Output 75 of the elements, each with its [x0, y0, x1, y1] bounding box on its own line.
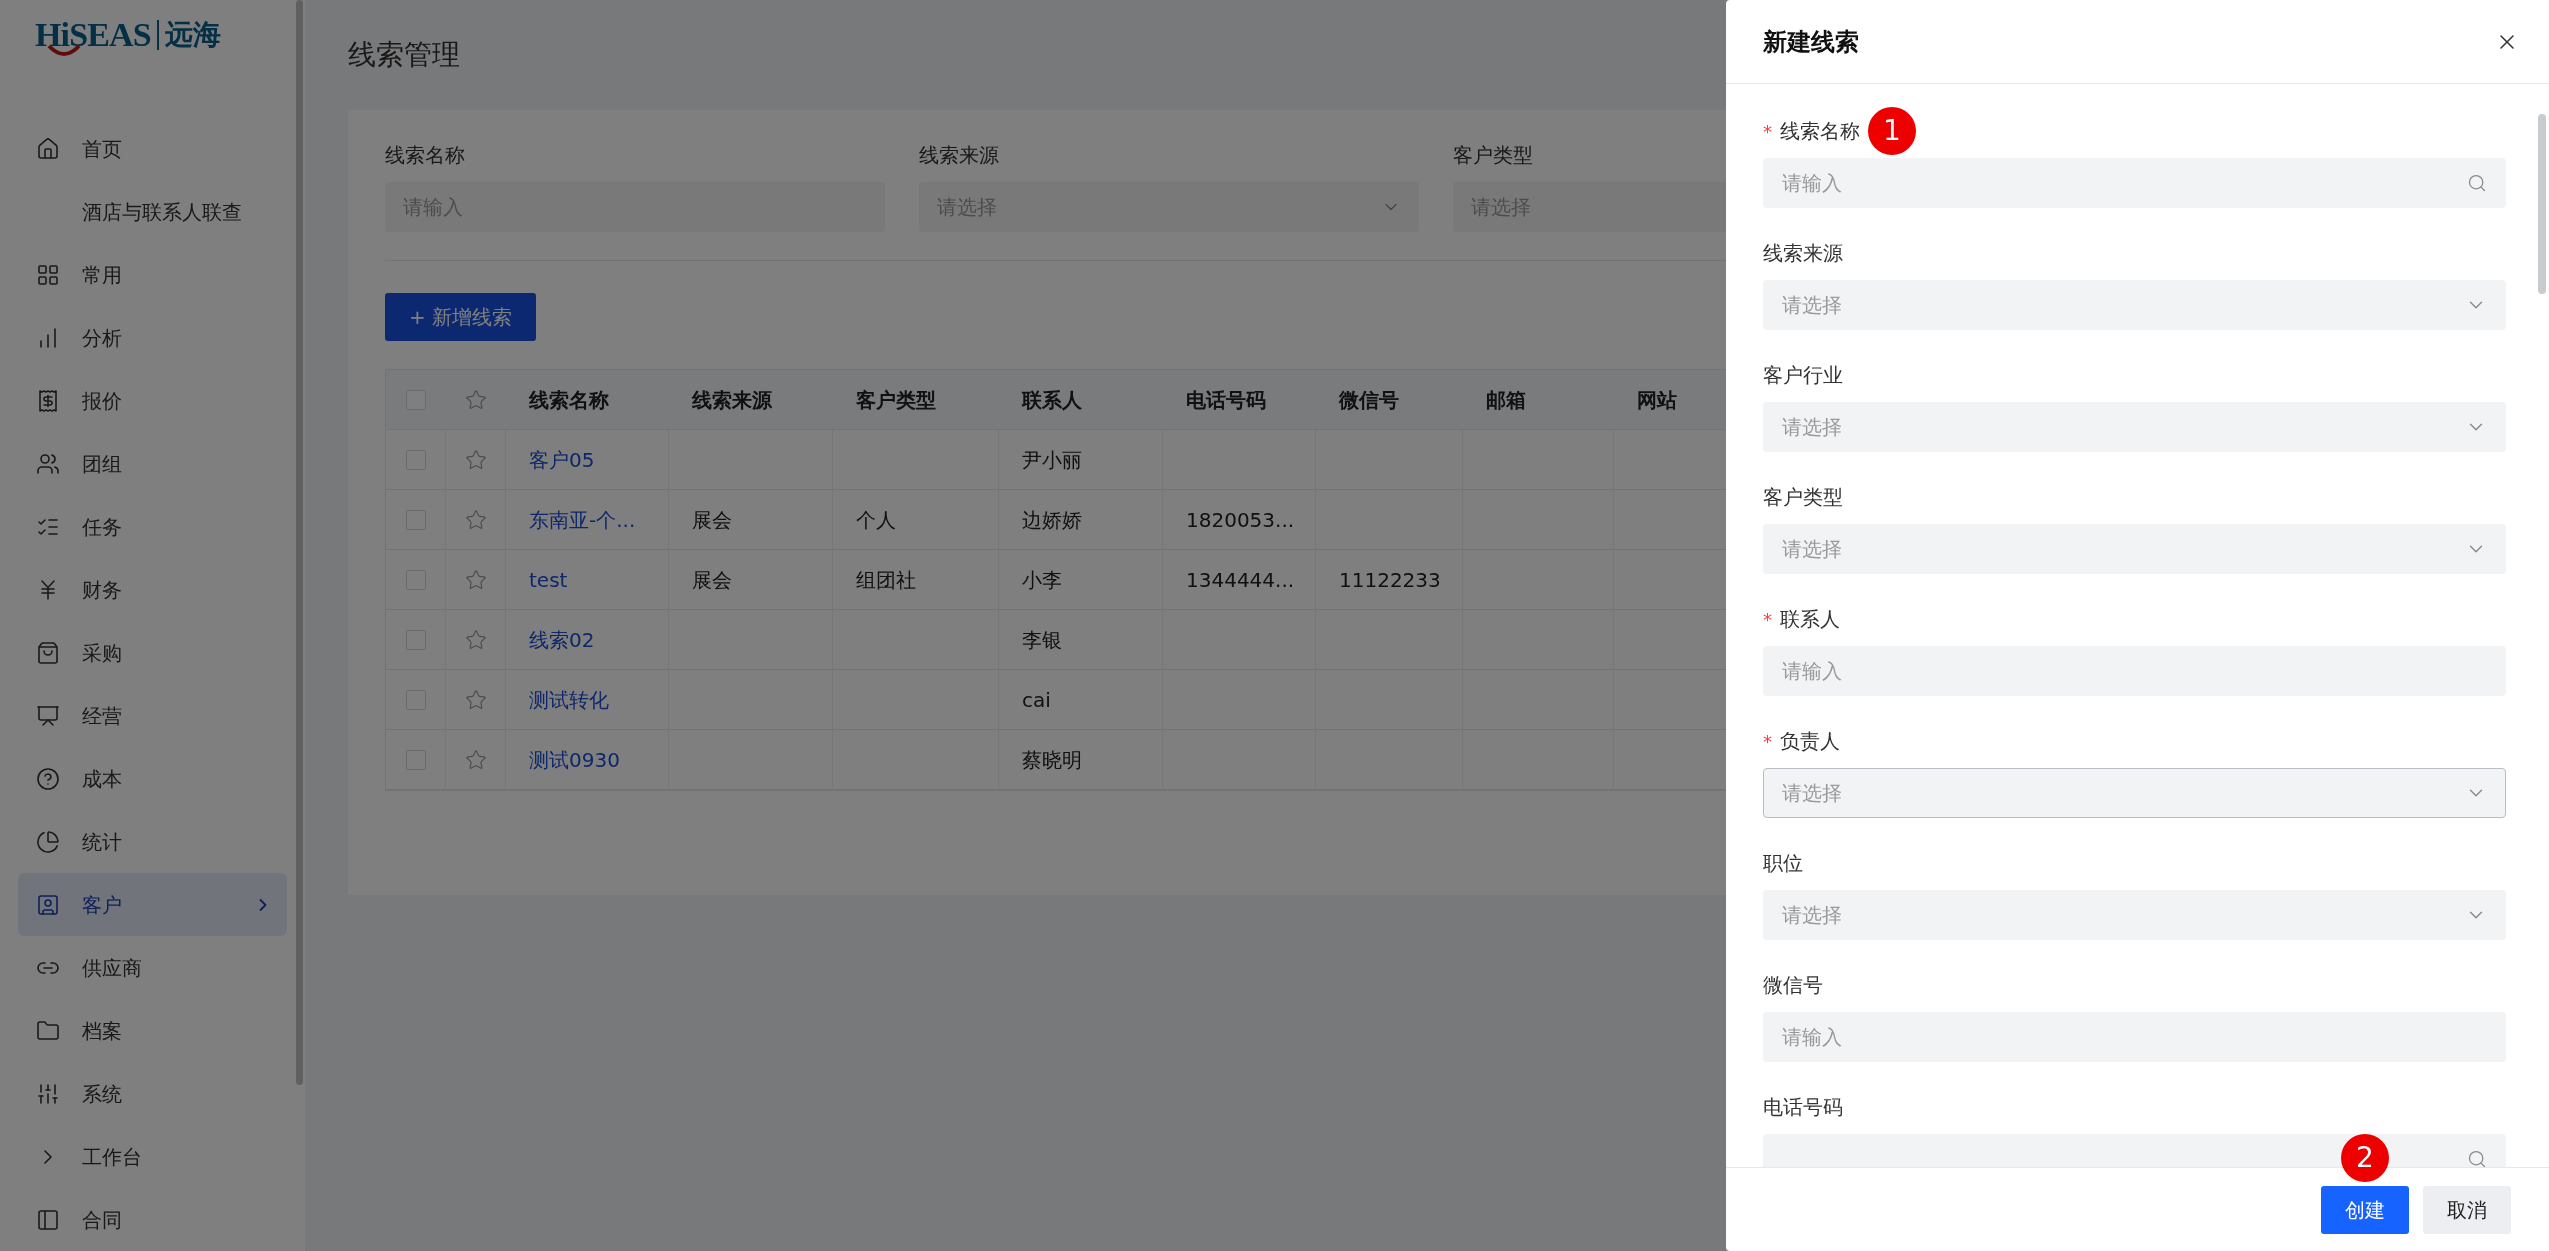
table-cell-text: 组团社: [856, 566, 916, 594]
lead-name-link[interactable]: 东南亚-个...: [529, 504, 636, 535]
table-cell-text: 边娇娇: [1022, 506, 1082, 534]
filter-label: 线索来源: [919, 142, 1000, 169]
table-cell-text: 1344444...: [1186, 566, 1295, 594]
nav-item[interactable]: 经营: [18, 684, 287, 747]
table-cell-text: 蔡晓明: [1022, 746, 1082, 774]
select-field[interactable]: 请选择: [1763, 524, 2506, 574]
create-button[interactable]: 创建: [2321, 1185, 2409, 1234]
select-field[interactable]: 请选择: [1763, 402, 2506, 452]
nav-item[interactable]: 团组: [18, 432, 287, 495]
required-mark: *: [1763, 607, 1772, 632]
nav-item[interactable]: 系统: [18, 1062, 287, 1125]
nav-item[interactable]: 任务: [18, 495, 287, 558]
nav-item[interactable]: 成本: [18, 747, 287, 810]
column-header: 线索来源: [692, 387, 772, 412]
table-cell-text: 个人: [856, 506, 896, 534]
lead-name-link[interactable]: 测试0930: [529, 744, 620, 775]
page-title: 线索管理: [348, 37, 460, 73]
nav-item[interactable]: 统计: [18, 810, 287, 873]
field-label: 微信号: [1763, 972, 1823, 999]
nav-item[interactable]: 分析: [18, 306, 287, 369]
table-cell-text: cai: [1022, 686, 1051, 714]
input-field[interactable]: 请输入: [1763, 158, 2506, 208]
column-header: 线索名称: [529, 387, 609, 412]
nav-item[interactable]: 合同: [18, 1188, 287, 1251]
table-cell-text: 小李: [1022, 566, 1062, 594]
select-field[interactable]: 请选择: [1763, 768, 2506, 818]
table-cell-text: 11122233: [1339, 566, 1441, 594]
input-field[interactable]: 请输入: [1763, 646, 2506, 696]
table-cell-text: 展会: [692, 566, 732, 594]
table-cell-text: 展会: [692, 506, 732, 534]
nav-item[interactable]: 采购: [18, 621, 287, 684]
field-label: 负责人: [1780, 728, 1840, 755]
field-label: 客户行业: [1763, 362, 1843, 389]
annotation-badge: 1: [1868, 107, 1916, 155]
nav-item[interactable]: 档案: [18, 999, 287, 1062]
field-label: 职位: [1763, 850, 1803, 877]
table-cell-text: 李银: [1022, 626, 1062, 654]
drawer-title: 新建线索: [1763, 26, 1860, 58]
cancel-button[interactable]: 取消: [2423, 1185, 2511, 1234]
select-field[interactable]: 请选择: [1763, 280, 2506, 330]
filter-label: 客户类型: [1453, 142, 1534, 169]
select-field[interactable]: 请选择: [1763, 890, 2506, 940]
column-header: 联系人: [1022, 387, 1082, 412]
field-label: 线索名称: [1780, 118, 1860, 145]
lead-name-link[interactable]: 客户05: [529, 444, 595, 475]
input-field[interactable]: 请输入: [1763, 1012, 2506, 1062]
field-label: 电话号码: [1763, 1094, 1843, 1121]
annotation-badge: 2: [2341, 1133, 2389, 1182]
column-header: 网站: [1637, 387, 1677, 412]
lead-name-link[interactable]: test: [529, 564, 568, 595]
column-header: 客户类型: [856, 387, 936, 412]
table-cell-text: 尹小丽: [1022, 446, 1082, 474]
nav-item[interactable]: 酒店与联系人联查: [18, 180, 287, 243]
column-header: 微信号: [1339, 387, 1399, 412]
nav-item[interactable]: 财务: [18, 558, 287, 621]
field-label: 联系人: [1780, 606, 1840, 633]
lead-name-link[interactable]: 线索02: [529, 624, 595, 655]
lead-name-link[interactable]: 测试转化: [529, 684, 609, 715]
required-mark: *: [1763, 729, 1772, 754]
column-header: 邮箱: [1486, 387, 1526, 412]
field-label: 线索来源: [1763, 240, 1843, 267]
nav-item[interactable]: 客户: [18, 873, 287, 936]
nav-item[interactable]: 供应商: [18, 936, 287, 999]
field-label: 客户类型: [1763, 484, 1843, 511]
nav-item[interactable]: 工作台: [18, 1125, 287, 1188]
nav-item[interactable]: 首页: [18, 117, 287, 180]
add-lead-button[interactable]: + 新增线索: [385, 293, 537, 341]
required-mark: *: [1763, 119, 1772, 144]
filter-label: 线索名称: [385, 142, 466, 169]
nav-item[interactable]: 常用: [18, 243, 287, 306]
nav-item[interactable]: 报价: [18, 369, 287, 432]
table-cell-text: 1820053...: [1186, 506, 1295, 534]
column-header: 电话号码: [1186, 387, 1266, 412]
